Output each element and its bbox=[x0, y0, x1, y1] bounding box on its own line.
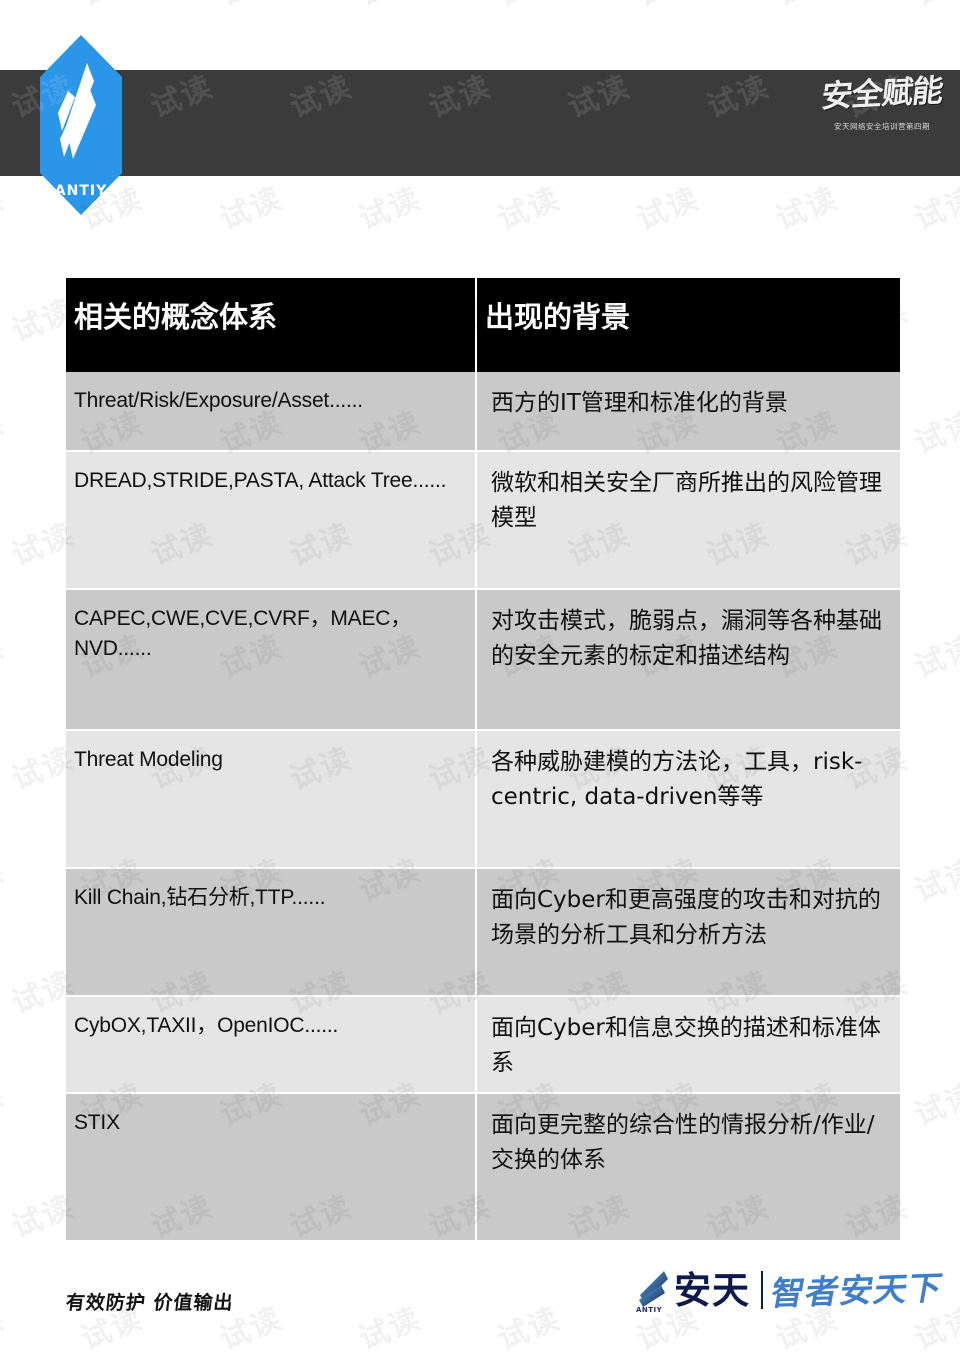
cell-concept: DREAD,STRIDE,PASTA, Attack Tree...... bbox=[66, 451, 476, 590]
watermark-text: 试读 bbox=[212, 0, 288, 14]
cell-background: 微软和相关安全厂商所推出的风险管理模型 bbox=[475, 451, 900, 590]
footer-tagline: 有效防护 价值输出 bbox=[64, 1292, 235, 1314]
watermark-text: 试读 bbox=[907, 0, 960, 14]
table-row: Threat Modeling 各种威胁建模的方法论，工具，risk-centr… bbox=[66, 730, 900, 869]
table-row: Kill Chain,钻石分析,TTP...... 面向Cyber和更高强度的攻… bbox=[66, 868, 900, 997]
watermark-text: 试读 bbox=[0, 405, 10, 462]
cell-background: 各种威胁建模的方法论，工具，risk-centric, data-driven等… bbox=[475, 730, 900, 869]
watermark-text: 试读 bbox=[771, 181, 844, 238]
watermark-text: 试读 bbox=[0, 1301, 10, 1357]
footer-brand-lockup: ANTIY 安天 智者安天下 bbox=[634, 1262, 947, 1318]
cell-background: 面向更完整的综合性的情报分析/作业/交换的体系 bbox=[475, 1093, 900, 1240]
watermark-text: 试读 bbox=[768, 0, 844, 14]
watermark-text: 试读 bbox=[493, 1301, 566, 1357]
cell-background: 面向Cyber和信息交换的描述和标准体系 bbox=[475, 996, 900, 1094]
watermark-text: 试读 bbox=[351, 0, 427, 14]
table-row: CybOX,TAXII，OpenIOC...... 面向Cyber和信息交换的描… bbox=[66, 996, 900, 1094]
cell-concept: Kill Chain,钻石分析,TTP...... bbox=[66, 868, 476, 997]
watermark-text: 试读 bbox=[910, 405, 960, 462]
brand-divider bbox=[761, 1271, 763, 1309]
cell-concept: Threat Modeling bbox=[66, 730, 476, 869]
header-calligraphy-subtitle: 安天网络安全培训营第四期 bbox=[834, 121, 930, 131]
watermark-text: 试读 bbox=[910, 629, 960, 686]
table-row: CAPEC,CWE,CVE,CVRF，MAEC，NVD...... 对攻击模式，… bbox=[66, 589, 900, 731]
header-calligraphy-mark: 安全赋能 安天网络安全培训营第四期 bbox=[818, 72, 946, 170]
cell-background: 面向Cyber和更高强度的攻击和对抗的场景的分析工具和分析方法 bbox=[475, 868, 900, 997]
watermark-text: 试读 bbox=[632, 181, 705, 238]
table-header: 相关的概念体系 出现的背景 bbox=[66, 278, 900, 372]
table-body: Threat/Risk/Exposure/Asset...... 西方的IT管理… bbox=[66, 372, 900, 1240]
watermark-text: 试读 bbox=[0, 0, 10, 14]
watermark-text: 试读 bbox=[910, 181, 960, 238]
cell-background: 对攻击模式，脆弱点，漏洞等各种基础的安全元素的标定和描述结构 bbox=[475, 589, 900, 731]
table-row: STIX 面向更完整的综合性的情报分析/作业/交换的体系 bbox=[66, 1093, 900, 1240]
column-header-concepts: 相关的概念体系 bbox=[66, 278, 476, 372]
watermark-text: 试读 bbox=[215, 181, 288, 238]
watermark-text: 试读 bbox=[354, 1301, 427, 1357]
watermark-text: 试读 bbox=[73, 0, 149, 14]
column-header-background: 出现的背景 bbox=[475, 278, 900, 372]
watermark-text: 试读 bbox=[0, 181, 10, 238]
brand-slogan: 智者安天下 bbox=[767, 1267, 947, 1313]
table-row: Threat/Risk/Exposure/Asset...... 西方的IT管理… bbox=[66, 372, 900, 452]
table-header-row: 相关的概念体系 出现的背景 bbox=[66, 278, 900, 372]
antiy-footer-icon: ANTIY bbox=[634, 1267, 672, 1314]
table-row: DREAD,STRIDE,PASTA, Attack Tree...... 微软… bbox=[66, 451, 900, 590]
cell-concept: STIX bbox=[66, 1093, 476, 1240]
watermark-text: 试读 bbox=[490, 0, 566, 14]
watermark-text: 试读 bbox=[493, 181, 566, 238]
watermark-text: 试读 bbox=[629, 0, 705, 14]
cell-background: 西方的IT管理和标准化的背景 bbox=[475, 372, 900, 452]
watermark-text: 试读 bbox=[910, 1077, 960, 1134]
cell-concept: Threat/Risk/Exposure/Asset...... bbox=[66, 372, 476, 452]
cell-concept: CybOX,TAXII，OpenIOC...... bbox=[66, 996, 476, 1094]
concept-table: 相关的概念体系 出现的背景 Threat/Risk/Exposure/Asset… bbox=[66, 278, 900, 1240]
watermark-text: 试读 bbox=[0, 853, 10, 910]
watermark-text: 试读 bbox=[0, 1077, 10, 1134]
header-band bbox=[0, 70, 960, 176]
watermark-text: 试读 bbox=[0, 629, 10, 686]
antiy-logo: ANTIY bbox=[40, 35, 122, 215]
watermark-text: 试读 bbox=[910, 853, 960, 910]
watermark-text: 试读 bbox=[354, 181, 427, 238]
cell-concept: CAPEC,CWE,CVE,CVRF，MAEC，NVD...... bbox=[66, 589, 476, 731]
header-calligraphy-text: 安全赋能 bbox=[819, 72, 945, 116]
antiy-logo-wordmark: ANTIY bbox=[55, 183, 107, 199]
brand-name: 安天 bbox=[674, 1268, 750, 1312]
antiy-footer-wordmark: ANTIY bbox=[636, 1306, 663, 1314]
